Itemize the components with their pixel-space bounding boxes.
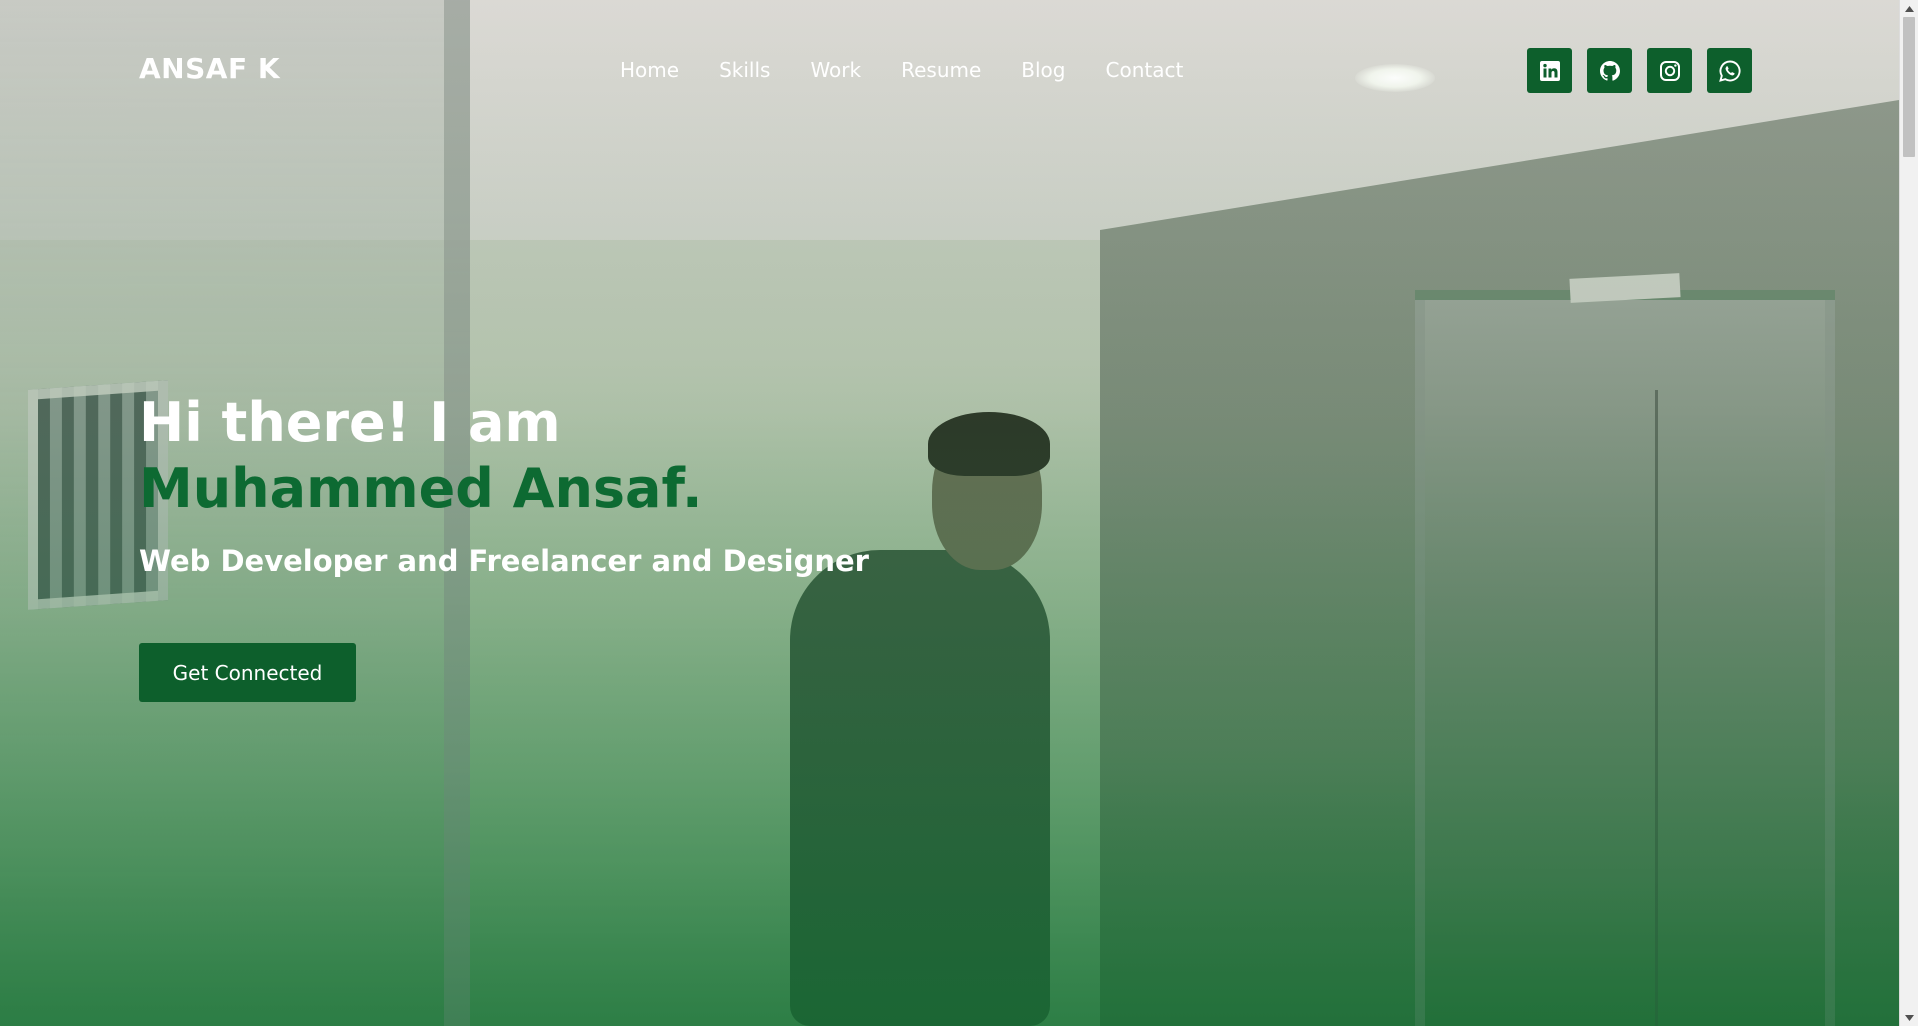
scrollbar-thumb[interactable]: [1903, 17, 1915, 157]
nav-link-skills[interactable]: Skills: [719, 57, 770, 83]
linkedin-button[interactable]: [1527, 48, 1572, 93]
get-connected-button[interactable]: Get Connected: [139, 643, 356, 702]
chevron-down-icon: [1905, 1014, 1914, 1021]
nav-link-home[interactable]: Home: [620, 57, 679, 83]
instagram-icon: [1659, 60, 1680, 81]
site-header: ANSAF K Home Skills Work Resume Blog Con…: [0, 0, 1899, 140]
main-nav: Home Skills Work Resume Blog Contact: [620, 57, 1223, 83]
site-logo[interactable]: ANSAF K: [139, 52, 280, 85]
scroll-down-arrow[interactable]: [1900, 1009, 1918, 1026]
github-icon: [1599, 60, 1620, 81]
scroll-up-arrow[interactable]: [1900, 0, 1918, 17]
social-links: [1527, 48, 1767, 93]
nav-link-contact[interactable]: Contact: [1106, 57, 1184, 83]
nav-link-blog[interactable]: Blog: [1021, 57, 1065, 83]
whatsapp-icon: [1718, 60, 1741, 82]
hero-heading: Hi there! I am Muhammed Ansaf.: [139, 390, 1039, 522]
nav-link-work[interactable]: Work: [810, 57, 861, 83]
linkedin-icon: [1539, 60, 1560, 81]
hero-section: Hi there! I am Muhammed Ansaf. Web Devel…: [139, 390, 1039, 578]
chevron-up-icon: [1905, 5, 1914, 12]
hero-name: Muhammed Ansaf.: [139, 457, 703, 520]
nav-link-resume[interactable]: Resume: [901, 57, 981, 83]
hero-greeting: Hi there! I am: [139, 391, 561, 454]
github-button[interactable]: [1587, 48, 1632, 93]
page-viewport: ANSAF K Home Skills Work Resume Blog Con…: [0, 0, 1899, 1026]
whatsapp-button[interactable]: [1707, 48, 1752, 93]
page-scrollbar[interactable]: [1899, 0, 1918, 1026]
instagram-button[interactable]: [1647, 48, 1692, 93]
hero-role: Web Developer and Freelancer and Designe…: [139, 544, 869, 578]
